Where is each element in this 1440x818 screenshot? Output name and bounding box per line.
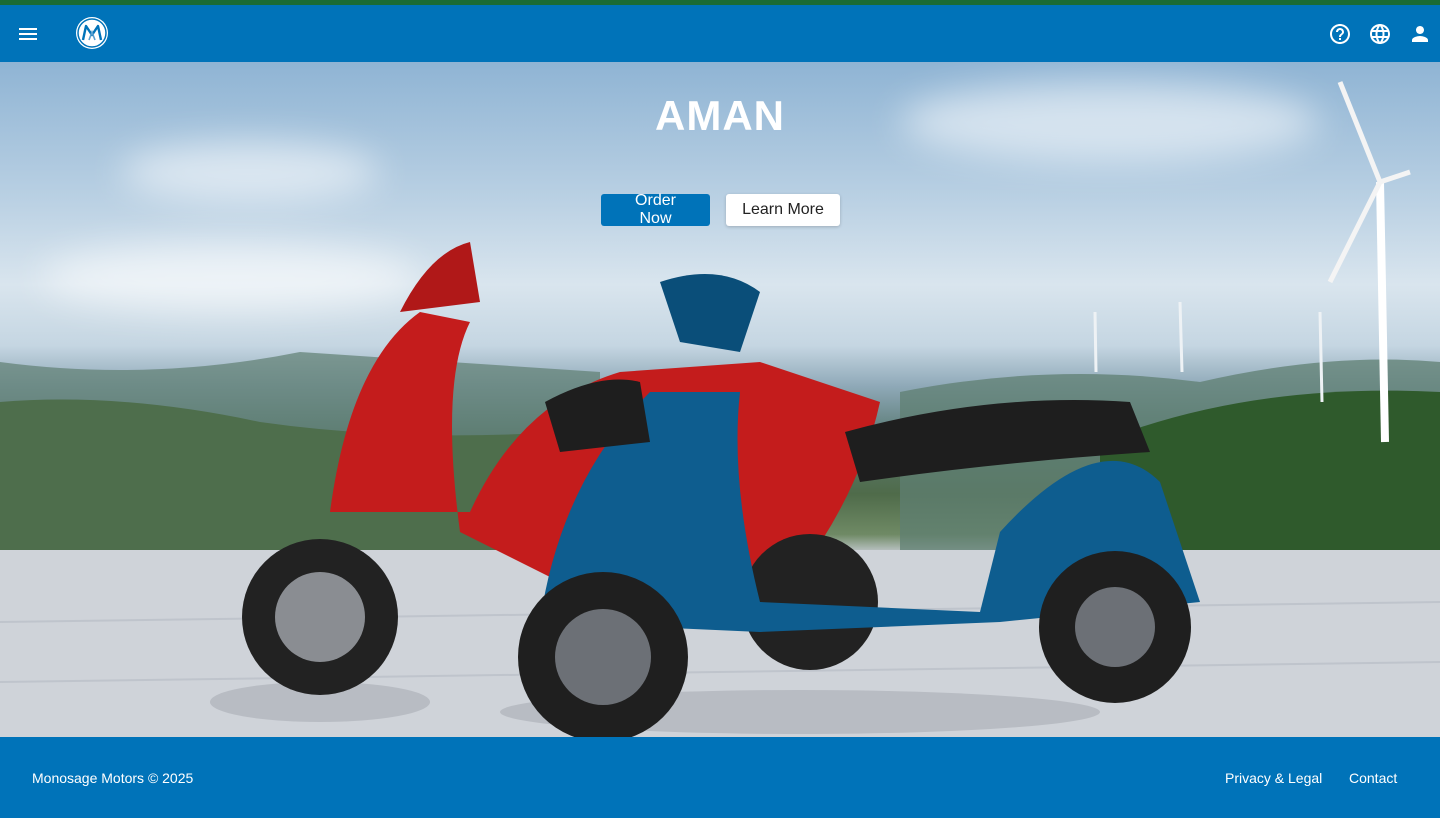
globe-icon xyxy=(1370,24,1390,44)
contact-link[interactable]: Contact xyxy=(1349,770,1397,786)
help-icon xyxy=(1330,24,1350,44)
menu-button[interactable] xyxy=(8,14,48,54)
language-button[interactable] xyxy=(1360,14,1400,54)
order-now-button[interactable]: Order Now xyxy=(601,192,710,227)
footer: Monosage Motors © 2025 Privacy & Legal C… xyxy=(0,737,1440,818)
privacy-legal-link[interactable]: Privacy & Legal xyxy=(1225,770,1322,786)
logo-icon xyxy=(77,18,107,48)
help-button[interactable] xyxy=(1320,14,1360,54)
menu-icon xyxy=(19,28,37,40)
app-bar xyxy=(0,5,1440,62)
copyright-text: Monosage Motors © 2025 xyxy=(32,770,194,786)
brand-logo[interactable] xyxy=(76,17,108,49)
person-icon xyxy=(1412,26,1428,42)
learn-more-button[interactable]: Learn More xyxy=(726,194,840,226)
hero-section: AMAN Order Now Learn More xyxy=(0,62,1440,737)
hero-title: AMAN xyxy=(655,92,785,139)
hero-illustration xyxy=(0,81,1440,737)
account-button[interactable] xyxy=(1400,14,1440,54)
hero-actions: Order Now Learn More xyxy=(601,192,840,227)
